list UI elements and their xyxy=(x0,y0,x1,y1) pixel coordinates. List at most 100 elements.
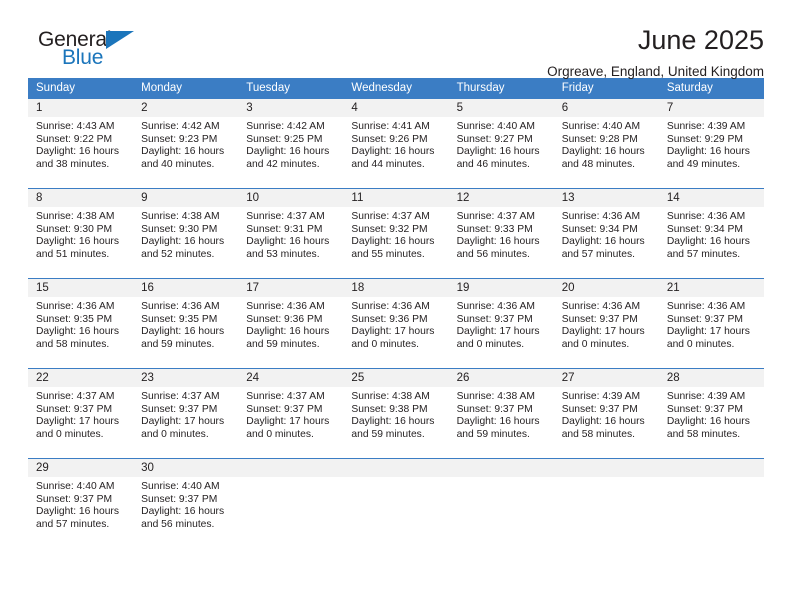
sunrise-text: Sunrise: 4:38 AM xyxy=(141,211,220,222)
calendar-day-cell[interactable]: 27 Sunrise: 4:39 AM Sunset: 9:37 PM Dayligh… xyxy=(553,368,659,459)
calendar-day-cell xyxy=(448,458,554,548)
day-details: Sunrise: 4:38 AM Sunset: 9:37 PM Daylight:… xyxy=(449,387,554,441)
day-cell-inner xyxy=(658,459,764,548)
calendar-day-cell[interactable]: 20 Sunrise: 4:36 AM Sunset: 9:37 PM Dayligh… xyxy=(553,278,659,369)
calendar-day-cell[interactable]: 10 Sunrise: 4:37 AM Sunset: 9:31 PM Dayligh… xyxy=(238,188,344,279)
calendar-day-cell[interactable]: 22 Sunrise: 4:37 AM Sunset: 9:37 PM Dayligh… xyxy=(28,368,134,459)
calendar-week-row: 29 Sunrise: 4:40 AM Sunset: 9:37 PM Dayligh… xyxy=(28,458,764,548)
day-cell-inner: 7 Sunrise: 4:39 AM Sunset: 9:29 PM Daylight… xyxy=(658,99,764,188)
daylight-text-line2: and 58 minutes. xyxy=(36,338,110,350)
calendar-body: 1 Sunrise: 4:43 AM Sunset: 9:22 PM Daylight… xyxy=(28,99,764,548)
sunset-text: Sunset: 9:36 PM xyxy=(246,313,323,325)
sunset-text: Sunset: 9:37 PM xyxy=(36,403,113,415)
day-cell-inner: 30 Sunrise: 4:40 AM Sunset: 9:37 PM Dayligh… xyxy=(133,459,239,548)
calendar-day-cell[interactable]: 24 Sunrise: 4:37 AM Sunset: 9:37 PM Dayligh… xyxy=(238,368,344,459)
daylight-text-line1: Daylight: 16 hours xyxy=(141,326,225,338)
daylight-text-line1: Daylight: 16 hours xyxy=(351,416,435,428)
sunset-text: Sunset: 9:22 PM xyxy=(36,133,113,145)
day-cell-inner xyxy=(553,459,659,548)
daylight-text-line1: Daylight: 16 hours xyxy=(561,236,645,248)
day-number: 28 xyxy=(658,369,764,387)
sunrise-text: Sunrise: 4:43 AM xyxy=(36,121,115,132)
day-number: 9 xyxy=(133,189,239,207)
calendar-day-cell[interactable]: 12 Sunrise: 4:37 AM Sunset: 9:33 PM Dayligh… xyxy=(448,188,554,279)
sunset-text: Sunset: 9:35 PM xyxy=(36,313,113,325)
day-cell-inner: 11 Sunrise: 4:37 AM Sunset: 9:32 PM Dayligh… xyxy=(343,189,449,278)
daylight-text-line1: Daylight: 16 hours xyxy=(36,236,119,248)
sunrise-text: Sunrise: 4:39 AM xyxy=(666,391,746,402)
day-number: 27 xyxy=(553,369,659,387)
sunrise-text: Sunrise: 4:40 AM xyxy=(36,481,115,492)
day-number: 21 xyxy=(658,279,764,297)
logo-text-blue: Blue xyxy=(62,46,104,69)
calendar-day-cell[interactable]: 9 Sunrise: 4:38 AM Sunset: 9:30 PM Daylight… xyxy=(133,188,239,279)
calendar-day-cell[interactable]: 29 Sunrise: 4:40 AM Sunset: 9:37 PM Dayligh… xyxy=(28,458,134,548)
day-details: Sunrise: 4:38 AM Sunset: 9:38 PM Daylight:… xyxy=(343,387,448,441)
calendar-day-cell[interactable]: 2 Sunrise: 4:42 AM Sunset: 9:23 PM Daylight… xyxy=(133,99,239,189)
day-details: Sunrise: 4:43 AM Sunset: 9:22 PM Daylight:… xyxy=(28,117,133,171)
calendar-day-cell[interactable]: 5 Sunrise: 4:40 AM Sunset: 9:27 PM Daylight… xyxy=(448,99,554,189)
calendar-day-cell[interactable]: 19 Sunrise: 4:36 AM Sunset: 9:37 PM Dayligh… xyxy=(448,278,554,369)
calendar-day-cell[interactable]: 17 Sunrise: 4:36 AM Sunset: 9:36 PM Dayligh… xyxy=(238,278,344,369)
calendar-day-cell[interactable]: 13 Sunrise: 4:36 AM Sunset: 9:34 PM Dayligh… xyxy=(553,188,659,279)
daylight-text-line2: and 53 minutes. xyxy=(246,248,320,260)
day-number xyxy=(553,459,659,477)
calendar-day-cell[interactable]: 30 Sunrise: 4:40 AM Sunset: 9:37 PM Dayligh… xyxy=(133,458,239,548)
calendar-week-row: 8 Sunrise: 4:38 AM Sunset: 9:30 PM Daylight… xyxy=(28,188,764,279)
sunset-text: Sunset: 9:25 PM xyxy=(246,133,323,145)
weekday-header-monday: Monday xyxy=(133,78,239,99)
daylight-text-line1: Daylight: 17 hours xyxy=(246,416,330,428)
sunrise-text: Sunrise: 4:36 AM xyxy=(246,301,325,312)
sunrise-text: Sunrise: 4:36 AM xyxy=(666,211,746,222)
day-number: 1 xyxy=(28,99,134,117)
calendar-day-cell[interactable]: 25 Sunrise: 4:38 AM Sunset: 9:38 PM Dayligh… xyxy=(343,368,449,459)
day-number: 23 xyxy=(133,369,239,387)
calendar-day-cell[interactable]: 8 Sunrise: 4:38 AM Sunset: 9:30 PM Daylight… xyxy=(28,188,134,279)
calendar-day-cell[interactable]: 1 Sunrise: 4:43 AM Sunset: 9:22 PM Daylight… xyxy=(28,99,134,189)
daylight-text-line1: Daylight: 17 hours xyxy=(36,416,119,428)
daylight-text-line1: Daylight: 17 hours xyxy=(141,416,225,428)
calendar-day-cell[interactable]: 23 Sunrise: 4:37 AM Sunset: 9:37 PM Dayligh… xyxy=(133,368,239,459)
sunset-text: Sunset: 9:23 PM xyxy=(141,133,218,145)
day-details: Sunrise: 4:39 AM Sunset: 9:37 PM Daylight:… xyxy=(554,387,659,441)
calendar-day-cell[interactable]: 26 Sunrise: 4:38 AM Sunset: 9:37 PM Dayligh… xyxy=(448,368,554,459)
daylight-text-line1: Daylight: 16 hours xyxy=(561,416,645,428)
calendar-day-cell[interactable]: 16 Sunrise: 4:36 AM Sunset: 9:35 PM Dayligh… xyxy=(133,278,239,369)
daylight-text-line2: and 55 minutes. xyxy=(351,248,425,260)
calendar-day-cell[interactable]: 28 Sunrise: 4:39 AM Sunset: 9:37 PM Dayligh… xyxy=(658,368,764,459)
day-cell-inner: 17 Sunrise: 4:36 AM Sunset: 9:36 PM Dayligh… xyxy=(238,279,344,368)
calendar-day-cell[interactable]: 18 Sunrise: 4:36 AM Sunset: 9:36 PM Dayligh… xyxy=(343,278,449,369)
calendar-day-cell xyxy=(343,458,449,548)
daylight-text-line2: and 44 minutes. xyxy=(351,158,425,170)
day-number: 16 xyxy=(133,279,239,297)
calendar-day-cell[interactable]: 15 Sunrise: 4:36 AM Sunset: 9:35 PM Dayligh… xyxy=(28,278,134,369)
day-number: 30 xyxy=(133,459,239,477)
daylight-text-line2: and 52 minutes. xyxy=(141,248,215,260)
calendar-day-cell[interactable]: 14 Sunrise: 4:36 AM Sunset: 9:34 PM Dayligh… xyxy=(658,188,764,279)
day-cell-inner: 2 Sunrise: 4:42 AM Sunset: 9:23 PM Daylight… xyxy=(133,99,239,188)
daylight-text-line2: and 38 minutes. xyxy=(36,158,110,170)
sunset-text: Sunset: 9:37 PM xyxy=(456,313,533,325)
calendar-day-cell[interactable]: 7 Sunrise: 4:39 AM Sunset: 9:29 PM Daylight… xyxy=(658,99,764,189)
calendar-day-cell[interactable]: 4 Sunrise: 4:41 AM Sunset: 9:26 PM Daylight… xyxy=(343,99,449,189)
day-details: Sunrise: 4:38 AM Sunset: 9:30 PM Daylight:… xyxy=(133,207,238,261)
sunset-text: Sunset: 9:27 PM xyxy=(456,133,533,145)
day-number: 17 xyxy=(238,279,344,297)
day-cell-inner: 24 Sunrise: 4:37 AM Sunset: 9:37 PM Dayligh… xyxy=(238,369,344,458)
day-number: 26 xyxy=(448,369,554,387)
day-details: Sunrise: 4:37 AM Sunset: 9:33 PM Daylight:… xyxy=(449,207,554,261)
sunrise-text: Sunrise: 4:40 AM xyxy=(456,121,535,132)
sunrise-text: Sunrise: 4:38 AM xyxy=(36,211,115,222)
calendar-day-cell[interactable]: 6 Sunrise: 4:40 AM Sunset: 9:28 PM Daylight… xyxy=(553,99,659,189)
sunrise-text: Sunrise: 4:37 AM xyxy=(141,391,220,402)
calendar-day-cell[interactable]: 21 Sunrise: 4:36 AM Sunset: 9:37 PM Dayligh… xyxy=(658,278,764,369)
day-number: 6 xyxy=(553,99,659,117)
sunrise-text: Sunrise: 4:36 AM xyxy=(351,301,430,312)
daylight-text-line1: Daylight: 16 hours xyxy=(351,236,435,248)
sunset-text: Sunset: 9:35 PM xyxy=(141,313,218,325)
calendar-day-cell[interactable]: 11 Sunrise: 4:37 AM Sunset: 9:32 PM Dayligh… xyxy=(343,188,449,279)
daylight-text-line2: and 56 minutes. xyxy=(141,518,215,530)
day-number: 13 xyxy=(553,189,659,207)
calendar-day-cell[interactable]: 3 Sunrise: 4:42 AM Sunset: 9:25 PM Daylight… xyxy=(238,99,344,189)
sunrise-text: Sunrise: 4:37 AM xyxy=(456,211,535,222)
